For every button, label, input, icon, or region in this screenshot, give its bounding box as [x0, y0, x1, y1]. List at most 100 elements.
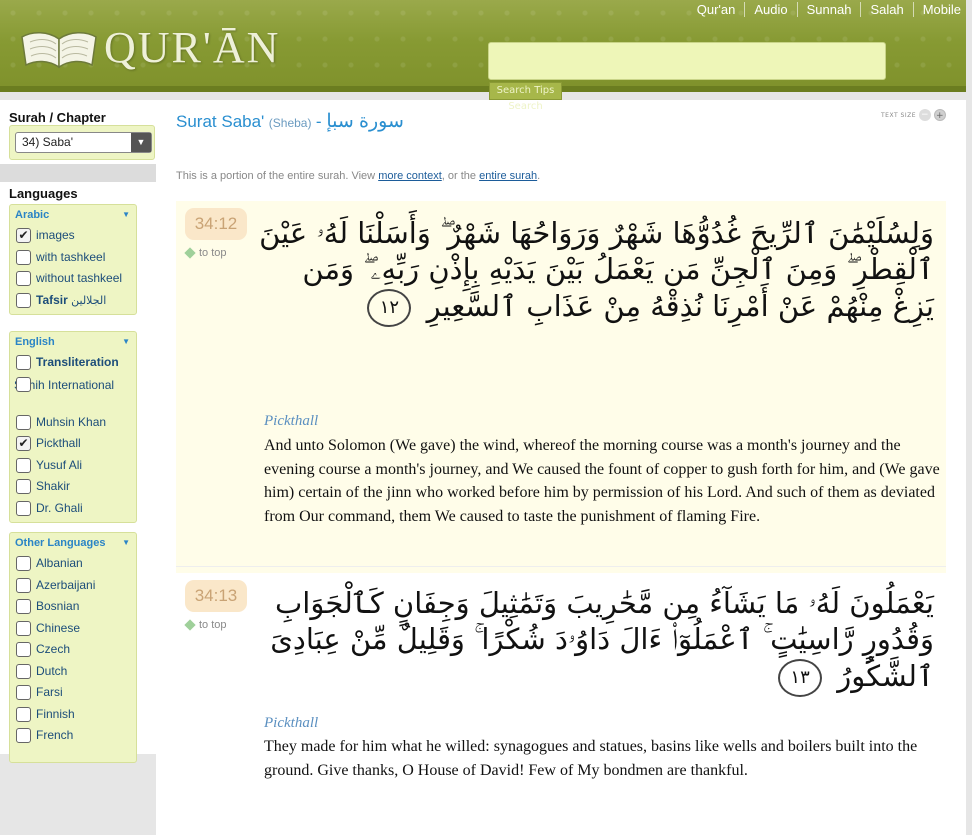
more-context-link[interactable]: more context	[378, 170, 442, 182]
checkbox-icon[interactable]	[16, 620, 31, 636]
option-english-sahih-international[interactable]: Sahih International	[10, 374, 136, 412]
search-input[interactable]	[489, 43, 885, 79]
checkbox-icon[interactable]	[16, 414, 31, 430]
verse-number[interactable]: 34:12	[185, 208, 247, 240]
option-chinese[interactable]: Chinese	[10, 618, 136, 640]
surah-title-ar: سورة سبإ	[326, 111, 404, 132]
translator-name: Pickthall	[264, 715, 319, 731]
option-arabic-images[interactable]: ✔ images	[10, 225, 136, 247]
checkbox-icon[interactable]	[16, 249, 31, 265]
verse-arabic: يَعْمَلُونَ لَهُۥ مَا يَشَآءُ مِن مَّحَٰ…	[258, 585, 934, 697]
group-title-arabic[interactable]: Arabic ▼	[10, 209, 136, 225]
main-content: Surat Saba' (Sheba) - سورة سبإ TEXT SIZE…	[156, 100, 966, 835]
checkbox-icon[interactable]	[16, 728, 31, 743]
verse-translation: They made for him what he willed: synago…	[264, 738, 918, 779]
checkbox-icon[interactable]	[16, 577, 31, 593]
to-top-link[interactable]: to top	[184, 619, 227, 631]
english-group: English ▼ Transliteration Sahih Internat…	[9, 331, 137, 523]
option-arabic-with-tashkeel[interactable]: with tashkeel	[10, 247, 136, 269]
verse-translation: And unto Solomon (We gave) the wind, whe…	[264, 437, 940, 525]
collapse-caret-icon: ▼	[122, 210, 130, 219]
option-dutch[interactable]: Dutch	[10, 661, 136, 683]
surah-heading: Surah / Chapter	[9, 110, 106, 125]
verse-34-13: 34:13 to top يَعْمَلُونَ لَهُۥ مَا يَشَآ…	[176, 573, 946, 805]
surah-selected-value: 34) Saba'	[22, 135, 73, 149]
nav-audio[interactable]: Audio	[744, 2, 796, 17]
entire-surah-link[interactable]: entire surah	[479, 170, 537, 182]
option-english-dr-ghali[interactable]: Dr. Ghali	[10, 498, 136, 520]
surah-select[interactable]: 34) Saba' ▼	[15, 132, 152, 153]
verse-divider	[176, 566, 946, 567]
checkbox-icon[interactable]	[16, 479, 31, 494]
checkbox-icon[interactable]	[16, 355, 31, 370]
header-band	[0, 86, 972, 92]
checkbox-checked-icon[interactable]: ✔	[16, 436, 31, 451]
site-header: Qur'an Audio Sunnah Salah Mobile QUR'ĀN	[0, 0, 972, 92]
page-title: Surat Saba' (Sheba) - سورة سبإ	[176, 110, 404, 133]
other-languages-group: Other Languages ▼ Albanian Azerbaijani B…	[9, 532, 137, 763]
title-dash: -	[315, 112, 327, 131]
languages-heading: Languages	[9, 186, 78, 201]
checkbox-icon[interactable]	[16, 556, 31, 571]
option-finnish[interactable]: Finnish	[10, 704, 136, 726]
group-title-english[interactable]: English ▼	[10, 336, 136, 352]
checkbox-icon[interactable]	[16, 500, 31, 516]
nav-quran[interactable]: Qur'an	[688, 2, 745, 17]
option-czech[interactable]: Czech	[10, 639, 136, 661]
checkbox-checked-icon[interactable]: ✔	[16, 228, 31, 243]
page-edge	[966, 0, 972, 835]
option-albanian[interactable]: Albanian	[10, 553, 136, 575]
nav-sunnah[interactable]: Sunnah	[796, 2, 861, 17]
text-size-label: TEXT SIZE	[880, 111, 916, 119]
checkbox-icon[interactable]	[16, 376, 31, 392]
surah-selector-box: 34) Saba' ▼	[9, 125, 155, 160]
verse-arabic: وَلِسُلَيْمَٰنَ ٱلرِّيحَ غُدُوُّهَا شَهْ…	[258, 215, 934, 327]
option-farsi[interactable]: Farsi	[10, 682, 136, 704]
translator-name: Pickthall	[264, 413, 319, 429]
collapse-caret-icon: ▼	[122, 337, 130, 346]
option-english-muhsin-khan[interactable]: Muhsin Khan	[10, 412, 136, 434]
verse-number[interactable]: 34:13	[185, 580, 247, 612]
text-larger-icon[interactable]: +	[934, 109, 946, 121]
top-nav: Qur'an Audio Sunnah Salah Mobile	[688, 2, 970, 17]
sidebar-divider	[0, 164, 156, 182]
up-arrow-icon	[184, 247, 196, 259]
option-french[interactable]: French	[10, 725, 136, 747]
option-english-shakir[interactable]: Shakir	[10, 476, 136, 498]
collapse-caret-icon: ▼	[122, 538, 130, 547]
text-smaller-icon[interactable]: −	[919, 109, 931, 121]
nav-mobile[interactable]: Mobile	[912, 2, 970, 17]
checkbox-icon[interactable]	[16, 706, 31, 722]
checkbox-icon[interactable]	[16, 663, 31, 679]
option-arabic-tafsir[interactable]: Tafsir الجلالين	[10, 290, 136, 312]
checkbox-icon[interactable]	[16, 271, 31, 286]
option-english-transliteration[interactable]: Transliteration	[10, 352, 136, 374]
checkbox-icon[interactable]	[16, 642, 31, 657]
nav-salah[interactable]: Salah	[860, 2, 912, 17]
checkbox-icon[interactable]	[16, 457, 31, 473]
ayah-end-marker: ١٢	[367, 288, 412, 327]
ayah-end-marker: ١٣	[778, 658, 823, 697]
sidebar: Surah / Chapter 34) Saba' ▼ Languages Ar…	[0, 100, 156, 763]
search-box	[488, 42, 886, 80]
option-english-pickthall[interactable]: ✔ Pickthall	[10, 433, 136, 455]
checkbox-icon[interactable]	[16, 599, 31, 614]
arabic-group: Arabic ▼ ✔ images with tashkeel without t…	[9, 204, 137, 315]
checkbox-icon[interactable]	[16, 685, 31, 700]
option-bosnian[interactable]: Bosnian	[10, 596, 136, 618]
up-arrow-icon	[184, 619, 196, 631]
checkbox-icon[interactable]	[16, 292, 31, 308]
option-azerbaijani[interactable]: Azerbaijani	[10, 575, 136, 597]
surah-title-sub: (Sheba)	[268, 116, 312, 130]
open-book-icon	[21, 31, 97, 68]
site-logo[interactable]: QUR'ĀN	[18, 22, 280, 73]
option-arabic-without-tashkeel[interactable]: without tashkeel	[10, 268, 136, 290]
dropdown-arrow-icon: ▼	[131, 133, 151, 152]
option-english-yusuf-ali[interactable]: Yusuf Ali	[10, 455, 136, 477]
other-languages-scroll[interactable]: Albanian Azerbaijani Bosnian Chinese Cze…	[10, 553, 136, 759]
logo-text: QUR'ĀN	[104, 23, 281, 72]
text-size-control: TEXT SIZE − +	[881, 109, 946, 121]
search-button[interactable]: Search Tips Search	[489, 82, 562, 112]
group-title-other-languages[interactable]: Other Languages ▼	[10, 537, 136, 553]
to-top-link[interactable]: to top	[184, 247, 227, 259]
